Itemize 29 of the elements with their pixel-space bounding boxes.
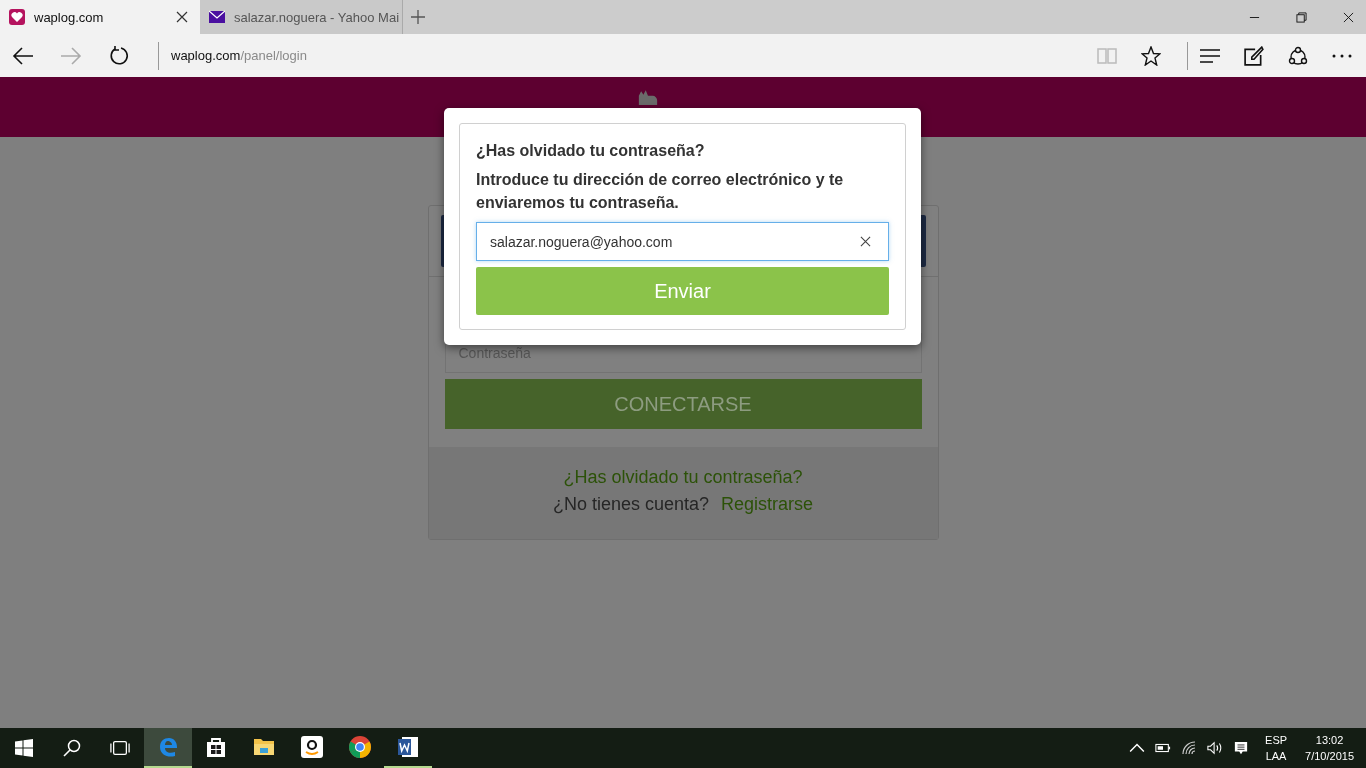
no-account-text: ¿No tienes cuenta?: [552, 494, 710, 515]
task-view-icon[interactable]: [110, 739, 130, 757]
close-icon[interactable]: [1343, 11, 1354, 23]
pencil-icon[interactable]: [1244, 45, 1264, 66]
back-icon[interactable]: [12, 45, 34, 66]
chevron-up-icon[interactable]: [1129, 741, 1146, 755]
email-field[interactable]: salazar.noguera@yahoo.com: [476, 222, 889, 261]
close-icon[interactable]: [176, 11, 188, 23]
address-field[interactable]: waplog.com/panel/login: [171, 48, 307, 63]
wifi-icon[interactable]: [1181, 741, 1198, 755]
speaker-icon[interactable]: [1207, 741, 1224, 755]
mail-icon: [209, 9, 225, 25]
clear-icon[interactable]: [860, 236, 871, 247]
battery-icon[interactable]: [1155, 741, 1172, 755]
notification-icon[interactable]: [1233, 741, 1250, 755]
clock[interactable]: 13:02 7/10/2015: [1305, 732, 1354, 764]
search-icon[interactable]: [62, 739, 82, 757]
language-indicator[interactable]: ESP LAA: [1265, 732, 1288, 764]
heart-icon: [9, 9, 25, 25]
dialog-instructions: Introduce tu dirección de correo electrónico y te enviaremos tu contraseña.: [476, 170, 845, 213]
browser-tab[interactable]: waplog.com: [0, 0, 200, 34]
browser-app-icon[interactable]: [144, 728, 192, 768]
dialog-title: ¿Has olvidado tu contraseña?: [476, 142, 706, 160]
refresh-icon[interactable]: [108, 45, 130, 66]
restore-icon[interactable]: [1296, 11, 1307, 23]
windows-start-icon[interactable]: [14, 739, 34, 757]
star-icon[interactable]: [1141, 45, 1161, 66]
share-icon[interactable]: [1288, 45, 1308, 66]
new-tab-icon[interactable]: [411, 10, 425, 24]
